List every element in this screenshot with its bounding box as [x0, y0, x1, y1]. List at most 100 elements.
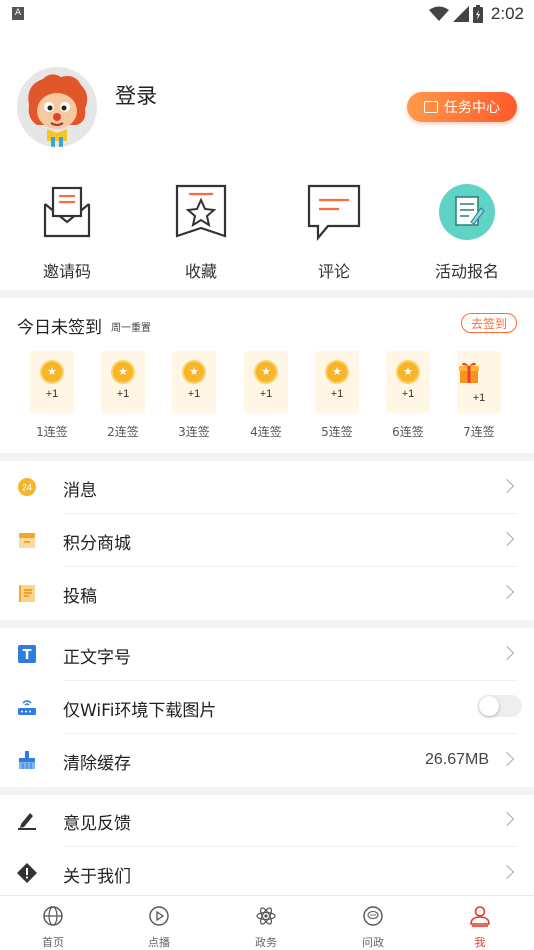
nav-inquiry[interactable]: 问政 [320, 896, 426, 950]
quick-label: 收藏 [184, 262, 217, 281]
task-center-label: 任务中心 [444, 100, 500, 116]
pencil-icon [18, 813, 36, 830]
quick-invite-code[interactable]: 邀请码 [17, 182, 117, 282]
star-bookmark-icon [175, 184, 227, 238]
toggle-knob [479, 696, 499, 716]
coin-icon [396, 360, 420, 384]
menu-wifi-only-images: 仅WiFi环境下载图片 [0, 681, 534, 734]
quick-label: 邀请码 [42, 262, 91, 281]
quick-comments[interactable]: 评论 [284, 182, 384, 282]
day-label: 3连签 [178, 425, 210, 439]
day-reward: +1 [259, 388, 273, 400]
message-badge-icon: 24 [18, 478, 36, 496]
day-label: 4连签 [250, 425, 282, 439]
wifi-only-toggle[interactable] [478, 695, 522, 717]
sign-day-6: +1 [386, 351, 430, 413]
task-icon [424, 101, 438, 113]
bottom-nav: 首页 点播 政务 问政 我 [0, 895, 534, 950]
atom-icon [256, 907, 276, 925]
chevron-right-icon [499, 645, 515, 661]
sign-day-3: +1 [172, 351, 216, 413]
sign-day-5: +1 [315, 351, 359, 413]
nav-label: 我 [474, 936, 486, 949]
info-diamond-icon [17, 863, 37, 883]
sign-in-subtitle: 周一重置 [111, 323, 151, 334]
menu-label: 投稿 [63, 587, 97, 607]
notification-icon: A [12, 7, 24, 20]
login-link[interactable]: 登录 [115, 80, 157, 110]
sign-day-2: +1 [101, 351, 145, 413]
coin-icon [254, 360, 278, 384]
section-divider [0, 453, 534, 461]
mascot-icon [17, 67, 97, 147]
menu-clear-cache[interactable]: 清除缓存 26.67MB [0, 734, 534, 787]
nav-label: 政务 [255, 936, 277, 949]
menu-label: 仅WiFi环境下载图片 [63, 701, 217, 721]
sign-in-title: 今日未签到 [17, 318, 102, 338]
globe-icon [43, 906, 63, 926]
battery-icon [472, 5, 483, 23]
svg-text:T: T [23, 648, 32, 663]
envelope-icon [43, 186, 91, 238]
chevron-right-icon [499, 811, 515, 827]
quick-actions: 邀请码 收藏 评论 活动报名 [0, 182, 534, 282]
day-label: 6连签 [392, 425, 424, 439]
coin-icon [40, 360, 64, 384]
wifi-icon [428, 6, 449, 21]
message-badge: 24 [22, 483, 32, 493]
person-icon [470, 906, 490, 927]
quick-favorites[interactable]: 收藏 [151, 182, 251, 282]
chevron-right-icon [499, 864, 515, 880]
coin-icon [111, 360, 135, 384]
day-reward: +1 [45, 388, 59, 400]
chevron-right-icon [499, 478, 515, 494]
task-center-button[interactable]: 任务中心 [407, 92, 517, 122]
coin-icon [182, 360, 206, 384]
nav-government[interactable]: 政务 [213, 896, 319, 950]
router-icon [18, 700, 36, 715]
quick-event-signup[interactable]: 活动报名 [417, 182, 517, 282]
nav-on-demand[interactable]: 点播 [106, 896, 212, 950]
menu-feedback[interactable]: 意见反馈 [0, 794, 534, 847]
cache-size: 26.67MB [424, 751, 489, 768]
day-label: 1连签 [36, 425, 68, 439]
nav-home[interactable]: 首页 [0, 896, 106, 950]
menu-label: 消息 [63, 481, 97, 501]
day-reward: +1 [401, 388, 415, 400]
form-icon [439, 184, 495, 240]
section-divider [0, 620, 534, 628]
nav-me[interactable]: 我 [427, 896, 533, 950]
gift-icon [459, 362, 479, 383]
quick-label: 活动报名 [434, 262, 499, 281]
section-divider [0, 290, 534, 298]
comment-icon [307, 184, 361, 242]
play-icon [149, 906, 169, 926]
day-label: 5连签 [321, 425, 353, 439]
menu-label: 积分商城 [63, 534, 131, 554]
day-label: 7连签 [463, 425, 495, 439]
menu-submit-article[interactable]: 投稿 [0, 567, 534, 620]
chevron-right-icon [499, 584, 515, 600]
status-bar: A 2:02 [0, 0, 534, 28]
document-icon [19, 585, 35, 602]
menu-points-mall[interactable]: 积分商城 [0, 514, 534, 567]
broom-icon [19, 751, 35, 769]
menu-about-us[interactable]: 关于我们 [0, 847, 534, 900]
menu-messages[interactable]: 24 消息 [0, 461, 534, 514]
avatar[interactable] [17, 67, 97, 147]
shop-icon [19, 533, 35, 548]
nav-label: 首页 [42, 936, 64, 949]
chevron-right-icon [499, 531, 515, 547]
menu-font-size[interactable]: T 正文字号 [0, 628, 534, 681]
quick-label: 评论 [317, 262, 350, 281]
sign-day-7: +1 [457, 351, 501, 413]
coin-icon [325, 360, 349, 384]
status-right: 2:02 [428, 3, 524, 25]
menu-label: 意见反馈 [63, 814, 131, 834]
font-size-icon: T [18, 645, 36, 663]
day-reward: +1 [330, 388, 344, 400]
sign-in-button[interactable]: 去签到 [461, 313, 517, 333]
nav-label: 点播 [148, 936, 170, 949]
day-reward: +1 [116, 388, 130, 400]
day-reward: +1 [187, 388, 201, 400]
